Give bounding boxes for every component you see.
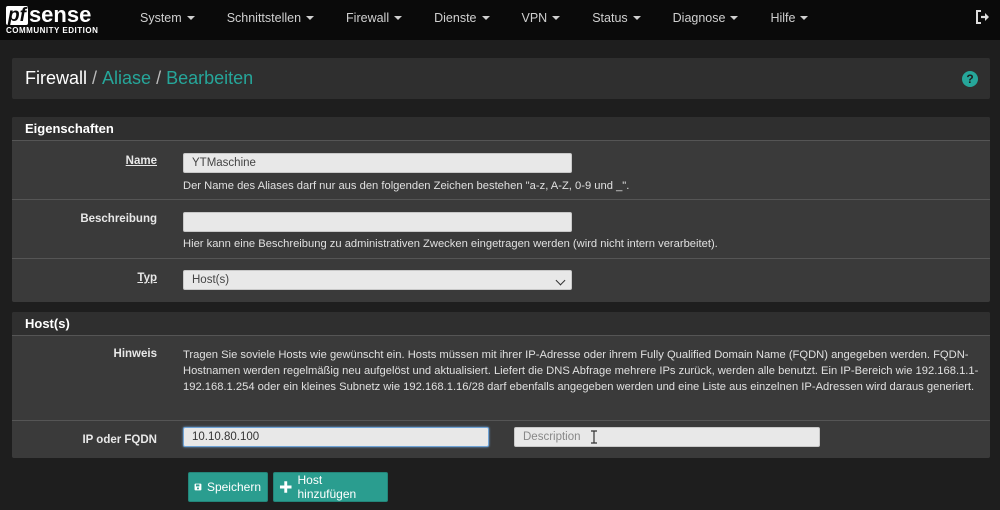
type-select[interactable]: Host(s) [183,270,572,290]
properties-panel: Eigenschaften Name YTMaschine Der Name d… [12,117,990,302]
menu-label: Diagnose [672,11,726,25]
menu-label: Status [592,11,628,25]
breadcrumb: Firewall / Aliase / Bearbeiten ? [12,58,990,99]
type-select-value: Host(s) [192,274,230,286]
caret-down-icon [800,16,809,20]
caret-down-icon [306,16,315,20]
menu-label: VPN [521,11,548,25]
caret-down-icon [394,16,403,20]
description-input[interactable] [183,212,572,232]
menu-firewall[interactable]: Firewall [330,0,418,40]
type-label: Typ [137,272,157,284]
chevron-down-icon [555,275,566,286]
menu-help[interactable]: Hilfe [754,0,824,40]
pfsense-logo[interactable]: pf sense COMMUNITY EDITION [0,0,110,40]
save-button[interactable]: Speichern [188,472,268,502]
hint-text: Tragen Sie soviele Hosts wie gewünscht e… [183,349,979,393]
add-host-button[interactable]: Host hinzufügen [273,472,388,502]
breadcrumb-firewall: Firewall [25,68,88,88]
menu-system[interactable]: System [124,0,211,40]
breadcrumb-separator: / [92,68,98,88]
panel-title: Eigenschaften [12,117,990,141]
menu-label: Schnittstellen [226,11,302,25]
help-icon[interactable]: ? [962,71,978,87]
hint-row: Hinweis Tragen Sie soviele Hosts wie gew… [12,336,990,421]
menu-diagnostics[interactable]: Diagnose [657,0,755,40]
logo-sense: sense [28,2,92,27]
menu-label: Firewall [346,11,390,25]
menu-label: Dienste [434,11,477,25]
panel-title: Host(s) [12,312,990,336]
hosts-panel: Host(s) Hinweis Tragen Sie soviele Hosts… [12,312,990,458]
breadcrumb-aliases-link[interactable]: Aliase [102,68,151,89]
breadcrumb-edit-link[interactable]: Bearbeiten [166,68,253,89]
hint-label: Hinweis [113,348,157,360]
ip-input[interactable]: 10.10.80.100 [183,427,489,447]
menu-services[interactable]: Dienste [418,0,505,40]
add-host-button-label: Host hinzufügen [297,473,357,501]
text-cursor-icon [591,430,597,444]
menu-interfaces[interactable]: Schnittstellen [211,0,330,40]
caret-down-icon [632,16,641,20]
menu-label: System [140,11,182,25]
save-button-label: Speichern [206,480,261,494]
logo-edition: COMMUNITY EDITION [6,26,99,35]
name-label: Name [125,155,157,167]
caret-down-icon [730,16,739,20]
type-row: Typ Host(s) [12,259,990,301]
caret-down-icon [481,16,490,20]
menu-label: Hilfe [770,11,796,25]
main-menu: System Schnittstellen Firewall Dienste V… [124,0,824,40]
caret-down-icon [552,16,561,20]
logo-pf: pf [6,4,28,26]
description-row: Beschreibung Hier kann eine Beschreibung… [12,200,990,259]
description-label: Beschreibung [80,213,157,225]
name-help-text: Der Name des Aliases darf nur aus den fo… [183,180,630,192]
breadcrumb-separator: / [156,68,162,88]
name-input[interactable]: YTMaschine [183,153,572,173]
plus-icon [279,481,292,493]
logout-icon[interactable] [974,8,992,26]
top-navbar: pf sense COMMUNITY EDITION System Schnit… [0,0,1000,40]
menu-vpn[interactable]: VPN [506,0,577,40]
ip-label: IP oder FQDN [82,434,157,446]
host-description-input[interactable]: Description [514,427,820,447]
caret-down-icon [186,16,195,20]
floppy-disk-icon [194,483,202,491]
menu-status[interactable]: Status [576,0,656,40]
name-row: Name YTMaschine Der Name des Aliases dar… [12,141,990,200]
ip-row: IP oder FQDN 10.10.80.100 Description [12,421,990,458]
description-help-text: Hier kann eine Beschreibung zu administr… [183,238,718,250]
